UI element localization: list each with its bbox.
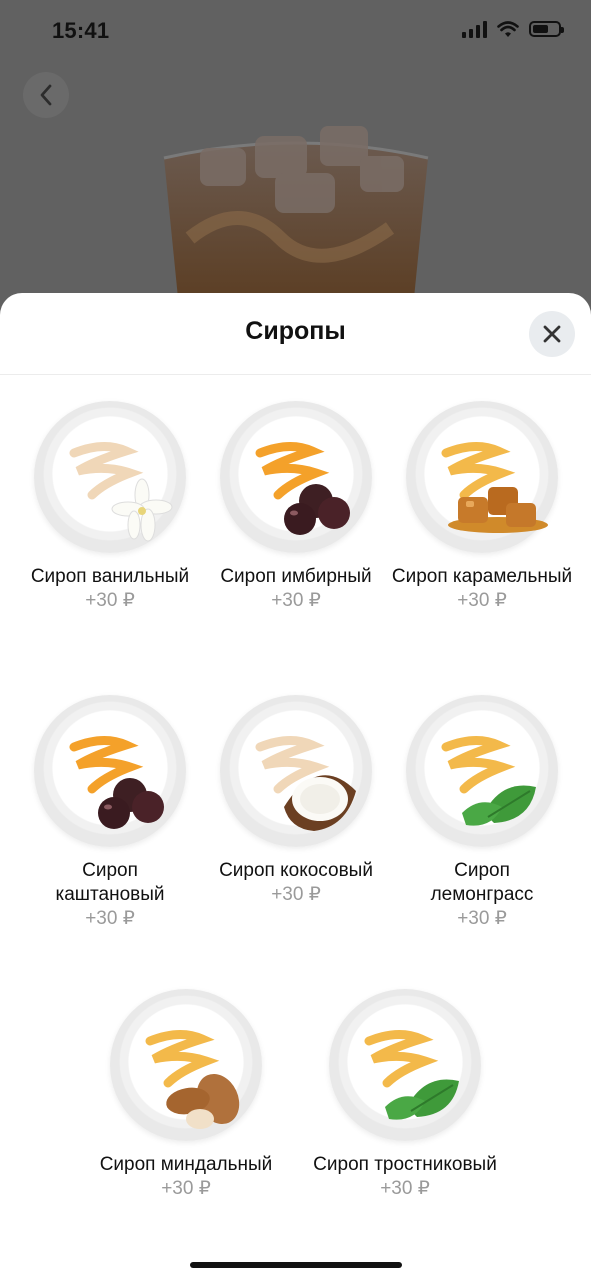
syrup-item-chestnut[interactable]: Сироп каштановый +30 ₽ bbox=[17, 695, 203, 931]
sheet-header: Сиропы bbox=[0, 293, 591, 375]
plums-icon bbox=[284, 484, 350, 535]
syrup-price: +30 ₽ bbox=[85, 908, 135, 929]
syrup-price: +30 ₽ bbox=[161, 1178, 211, 1199]
syrup-price: +30 ₽ bbox=[457, 590, 507, 611]
syrup-image bbox=[220, 695, 372, 847]
syrup-name: Сироп имбирный bbox=[220, 566, 372, 587]
chevron-left-icon bbox=[40, 84, 52, 106]
syrup-image bbox=[329, 989, 481, 1141]
cellular-signal-icon bbox=[462, 20, 487, 38]
syrup-price: +30 ₽ bbox=[85, 590, 135, 611]
syrup-name: Сироп кокосовый bbox=[219, 860, 373, 881]
syrup-name: Сироп миндальный bbox=[99, 1154, 273, 1175]
syrups-sheet: Сиропы Сироп ванильный +30 ₽ Сироп имбир… bbox=[0, 293, 591, 1280]
syrup-name: Сироп ванильный bbox=[30, 566, 190, 587]
syrup-item-lemongrass[interactable]: Сироп лемонграсс +30 ₽ bbox=[389, 695, 575, 931]
coconut-icon bbox=[284, 775, 356, 831]
vanilla-flower-icon bbox=[111, 478, 173, 542]
syrup-name: Сироп лемонграсс bbox=[430, 860, 534, 905]
status-icons bbox=[462, 20, 564, 38]
syrup-item-caramel[interactable]: Сироп карамельный +30 ₽ bbox=[389, 401, 575, 613]
syrup-price: +30 ₽ bbox=[380, 1178, 430, 1199]
syrup-image bbox=[34, 401, 186, 553]
syrup-price: +30 ₽ bbox=[271, 590, 321, 611]
sheet-title: Сиропы bbox=[245, 317, 346, 345]
iced-drink-image bbox=[163, 126, 429, 318]
back-button[interactable] bbox=[23, 72, 69, 118]
status-bar: 15:41 bbox=[0, 0, 591, 64]
home-indicator bbox=[190, 1262, 402, 1268]
close-button[interactable] bbox=[529, 311, 575, 357]
syrup-item-cane[interactable]: Сироп тростниковый +30 ₽ bbox=[312, 989, 498, 1201]
syrup-item-vanilla[interactable]: Сироп ванильный +30 ₽ bbox=[17, 401, 203, 613]
battery-icon bbox=[529, 21, 564, 37]
syrup-name: Сироп каштановый bbox=[55, 860, 165, 905]
syrup-item-almond[interactable]: Сироп миндальный +30 ₽ bbox=[93, 989, 279, 1201]
syrup-image bbox=[34, 695, 186, 847]
syrup-item-coconut[interactable]: Сироп кокосовый +30 ₽ bbox=[203, 695, 389, 907]
status-time: 15:41 bbox=[52, 18, 110, 43]
syrup-image bbox=[406, 401, 558, 553]
mint-leaves-icon bbox=[385, 1079, 459, 1120]
plums-icon bbox=[98, 778, 164, 829]
close-icon bbox=[543, 325, 561, 343]
syrup-image bbox=[110, 989, 262, 1141]
syrup-price: +30 ₽ bbox=[271, 884, 321, 905]
syrup-name: Сироп карамельный bbox=[391, 566, 573, 587]
syrup-price: +30 ₽ bbox=[457, 908, 507, 929]
syrup-name: Сироп тростниковый bbox=[313, 1154, 497, 1175]
syrup-image bbox=[406, 695, 558, 847]
syrup-image bbox=[220, 401, 372, 553]
wifi-icon bbox=[497, 20, 519, 37]
mint-leaves-icon bbox=[462, 785, 536, 826]
syrup-item-ginger[interactable]: Сироп имбирный +30 ₽ bbox=[203, 401, 389, 613]
